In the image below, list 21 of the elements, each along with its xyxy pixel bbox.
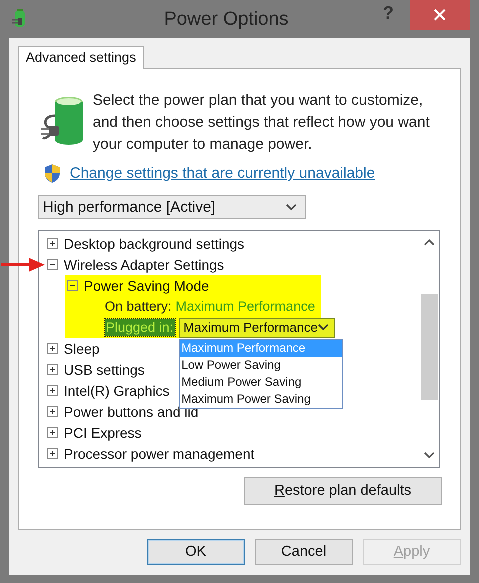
dialog-button[interactable]: Cancel [255,539,353,565]
tree-item[interactable]: Intel(R) Graphics [64,382,170,398]
window-title: Power Options [163,9,290,31]
power-plan-dropdown[interactable]: High performance [Active] [38,195,306,219]
dropdown-option[interactable]: Medium Power Saving [180,374,342,390]
setting-label: Plugged in: [105,319,175,336]
tree-item[interactable]: Processor power management [64,446,255,462]
tab[interactable]: Advanced settings [18,46,144,69]
tree-item[interactable]: Power Saving Mode [84,278,210,294]
dialog-button[interactable]: OK [147,539,245,565]
tree-item[interactable]: Sleep [64,340,100,356]
tree-item[interactable]: PCI Express [64,424,142,440]
setting-label: On battery: [105,299,172,314]
restore-defaults-button[interactable]: Restore plan defaults [244,477,442,505]
instruction-text: Select the power plan that you want to customize, and then choose settings that reflect how you want your computer to manage power. [93,91,431,155]
dropdown-option[interactable]: Low Power Saving [180,356,342,374]
dropdown-option[interactable]: Maximum Power Saving [180,390,342,408]
tree-item[interactable]: USB settings [64,362,145,378]
tree-item[interactable]: Desktop background settings [64,236,245,252]
tree-item[interactable]: Wireless Adapter Settings [64,256,224,272]
change-settings-link[interactable]: Change settings that are currently unavailable [70,165,376,182]
